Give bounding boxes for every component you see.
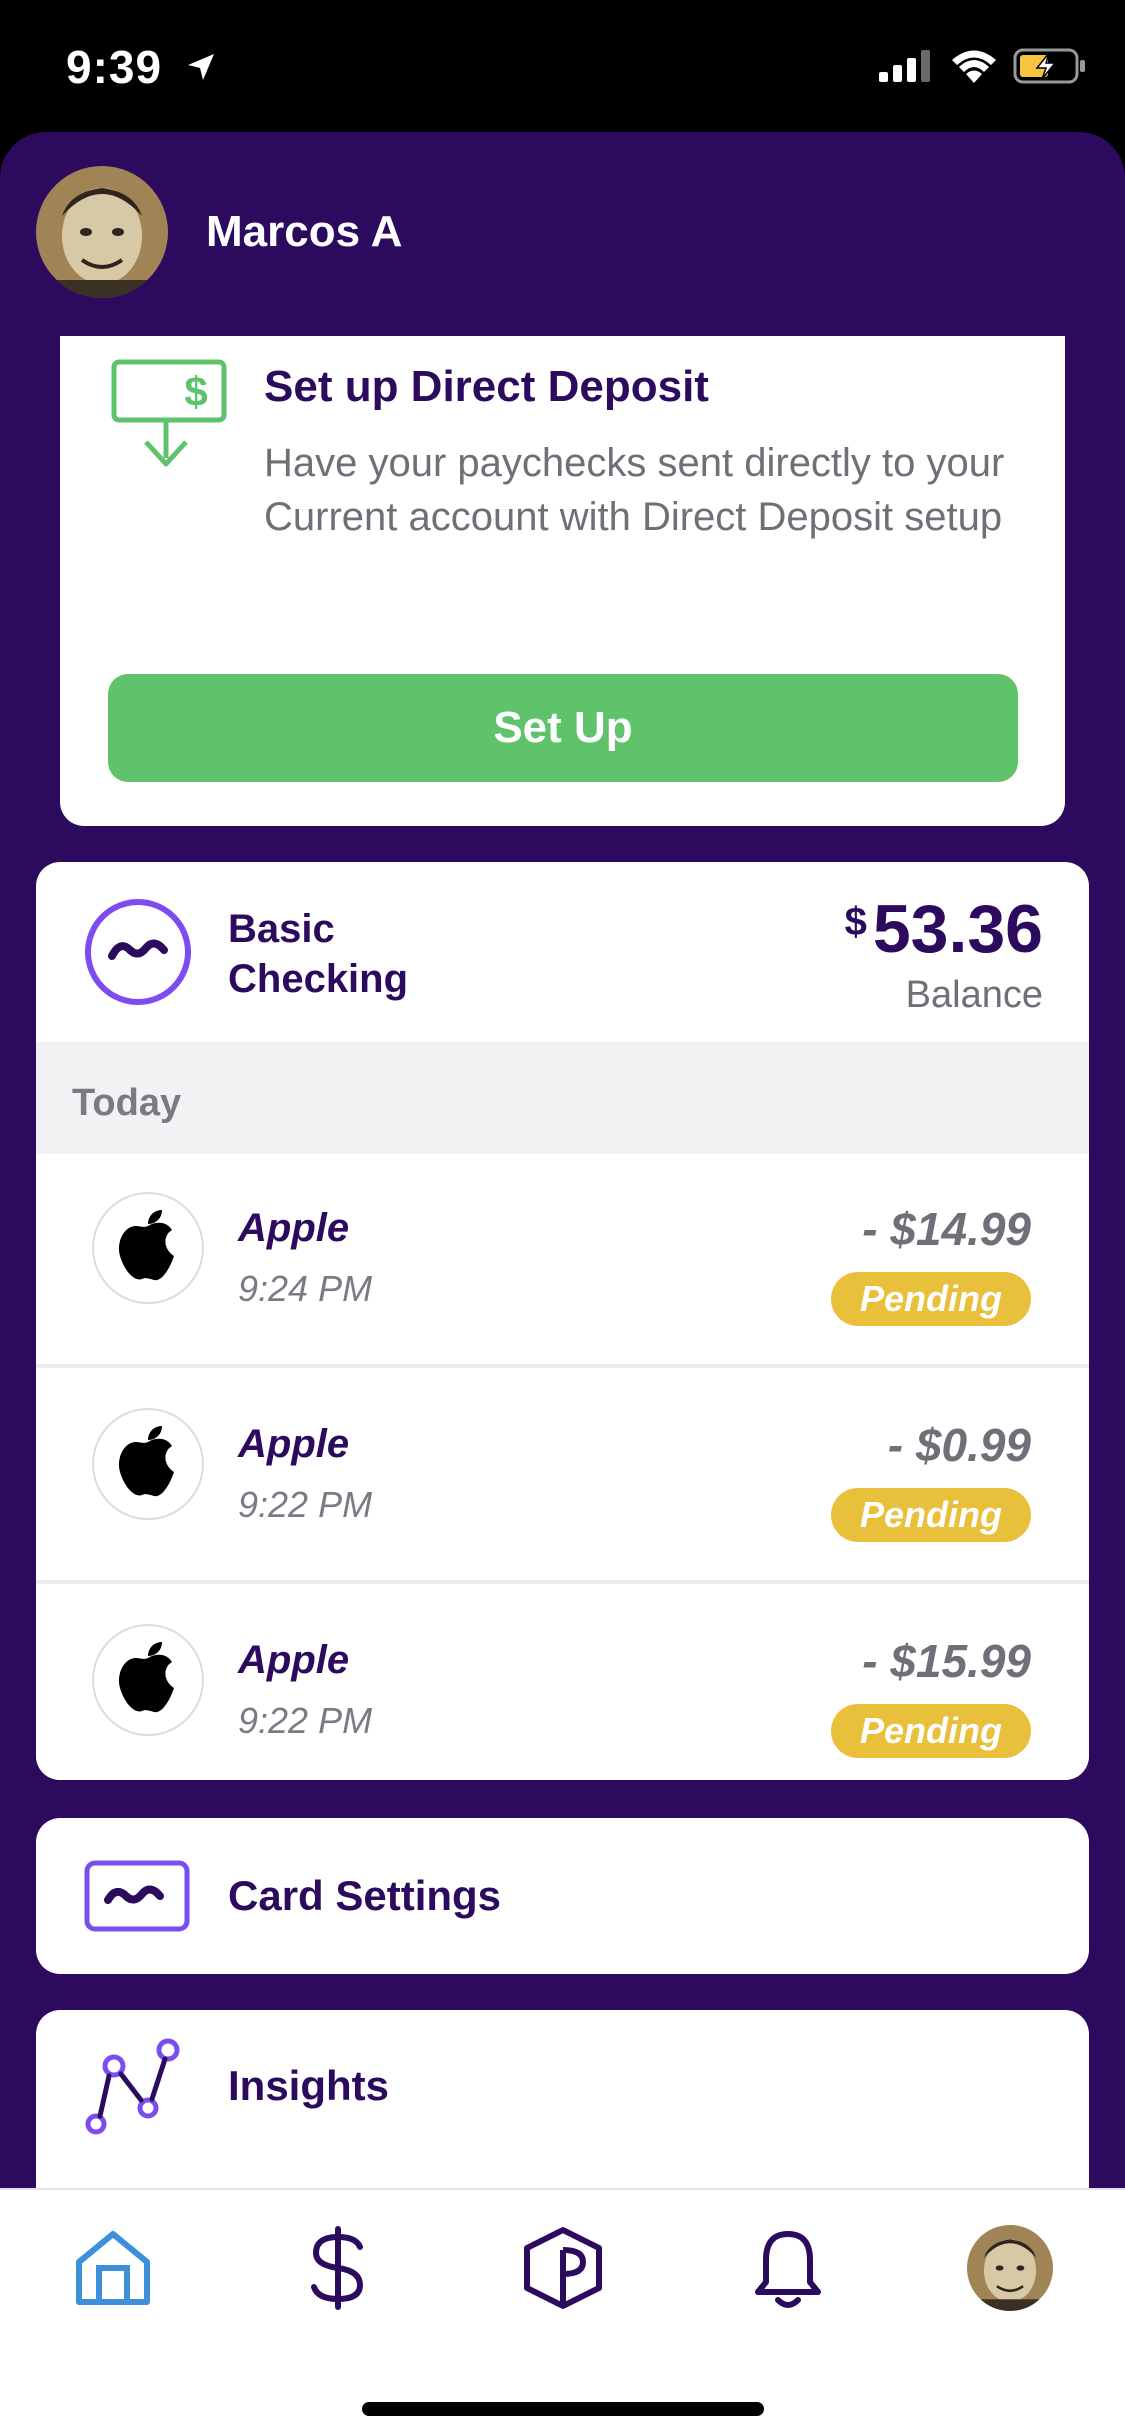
avatar-photo bbox=[36, 166, 168, 298]
direct-deposit-title: Set up Direct Deposit bbox=[264, 362, 709, 411]
insights-label: Insights bbox=[228, 2062, 390, 2109]
account-card: Basic Checking $ 53.36 Balance Today App… bbox=[36, 862, 1089, 1780]
avatar-photo bbox=[967, 2225, 1053, 2311]
profile-header: Marcos A bbox=[36, 166, 402, 298]
insights-row[interactable]: Insights bbox=[36, 2010, 1089, 2190]
account-name: Basic Checking bbox=[228, 904, 408, 1004]
status-icons bbox=[879, 48, 1087, 84]
account-header[interactable]: Basic Checking $ 53.36 Balance bbox=[36, 862, 1089, 1042]
tab-notifications[interactable] bbox=[740, 2220, 836, 2316]
location-arrow-icon bbox=[188, 54, 214, 80]
battery-charging-icon bbox=[1013, 48, 1085, 84]
status-badge: Pending bbox=[831, 1704, 1031, 1758]
balance-value: 53.36 bbox=[872, 891, 1043, 967]
transaction-row[interactable]: Apple 9:22 PM - $15.99 Pending bbox=[36, 1586, 1089, 1780]
profile-name: Marcos A bbox=[206, 207, 403, 256]
transaction-row[interactable]: Apple 9:24 PM - $14.99 Pending bbox=[36, 1154, 1089, 1368]
status-time: 9:39 bbox=[66, 41, 163, 93]
merchant-logo bbox=[92, 1192, 204, 1304]
card-settings-label: Card Settings bbox=[228, 1872, 502, 1919]
avatar[interactable] bbox=[36, 166, 168, 298]
tab-bar bbox=[0, 2188, 1125, 2436]
card-icon bbox=[84, 1860, 190, 1932]
current-logo-icon bbox=[85, 899, 191, 1005]
status-bar: 9:39 bbox=[0, 0, 1125, 132]
avatar bbox=[967, 2225, 1053, 2311]
merchant-name: Apple bbox=[238, 1638, 350, 1682]
dollar-icon bbox=[311, 2226, 364, 2310]
transaction-time: 9:24 PM bbox=[238, 1268, 373, 1309]
wifi-icon bbox=[952, 50, 996, 83]
section-header: Today bbox=[36, 1042, 1089, 1154]
balance-label: Balance bbox=[905, 974, 1043, 1016]
direct-deposit-description: Have your paychecks sent directly to you… bbox=[264, 441, 1005, 539]
apple-logo-icon bbox=[118, 1426, 174, 1497]
home-icon bbox=[76, 2231, 150, 2305]
bell-icon bbox=[755, 2231, 821, 2308]
tab-points[interactable] bbox=[515, 2220, 611, 2316]
screen: 9:39 Marcos A $ Set up Direct Deposit Ha… bbox=[0, 0, 1125, 2436]
account-name-line1: Basic bbox=[228, 907, 335, 951]
transaction-amount: - $14.99 bbox=[862, 1203, 1031, 1255]
signal-icon bbox=[879, 50, 930, 82]
tab-money[interactable] bbox=[290, 2220, 386, 2316]
transaction-time: 9:22 PM bbox=[238, 1484, 373, 1525]
app-content: Marcos A $ Set up Direct Deposit Have yo… bbox=[0, 132, 1125, 2190]
status-badge: Pending bbox=[831, 1272, 1031, 1326]
status-badge: Pending bbox=[831, 1488, 1031, 1542]
card-settings-row[interactable]: Card Settings bbox=[36, 1818, 1089, 1974]
account-balance: $ 53.36 bbox=[845, 890, 1043, 968]
svg-text:$: $ bbox=[184, 368, 207, 415]
direct-deposit-icon: $ bbox=[111, 359, 227, 467]
apple-logo-icon bbox=[118, 1210, 174, 1281]
tab-home[interactable] bbox=[65, 2220, 161, 2316]
merchant-name: Apple bbox=[238, 1422, 350, 1466]
direct-deposit-card: $ Set up Direct Deposit Have your payche… bbox=[60, 336, 1065, 826]
merchant-logo bbox=[92, 1624, 204, 1736]
merchant-logo bbox=[92, 1408, 204, 1520]
transaction-amount: - $0.99 bbox=[887, 1419, 1031, 1471]
account-name-line2: Checking bbox=[228, 957, 409, 1001]
apple-logo-icon bbox=[118, 1642, 174, 1713]
merchant-name: Apple bbox=[238, 1206, 350, 1250]
cube-icon bbox=[524, 2227, 602, 2309]
section-label: Today bbox=[72, 1082, 182, 1124]
home-indicator[interactable] bbox=[362, 2402, 764, 2416]
transaction-amount: - $15.99 bbox=[862, 1635, 1031, 1687]
transaction-time: 9:22 PM bbox=[238, 1700, 373, 1741]
tab-profile[interactable] bbox=[962, 2220, 1058, 2316]
transaction-row[interactable]: Apple 9:22 PM - $0.99 Pending bbox=[36, 1370, 1089, 1584]
insights-icon bbox=[85, 2038, 180, 2135]
currency-symbol: $ bbox=[844, 900, 867, 944]
set-up-button[interactable]: Set Up bbox=[108, 674, 1018, 782]
